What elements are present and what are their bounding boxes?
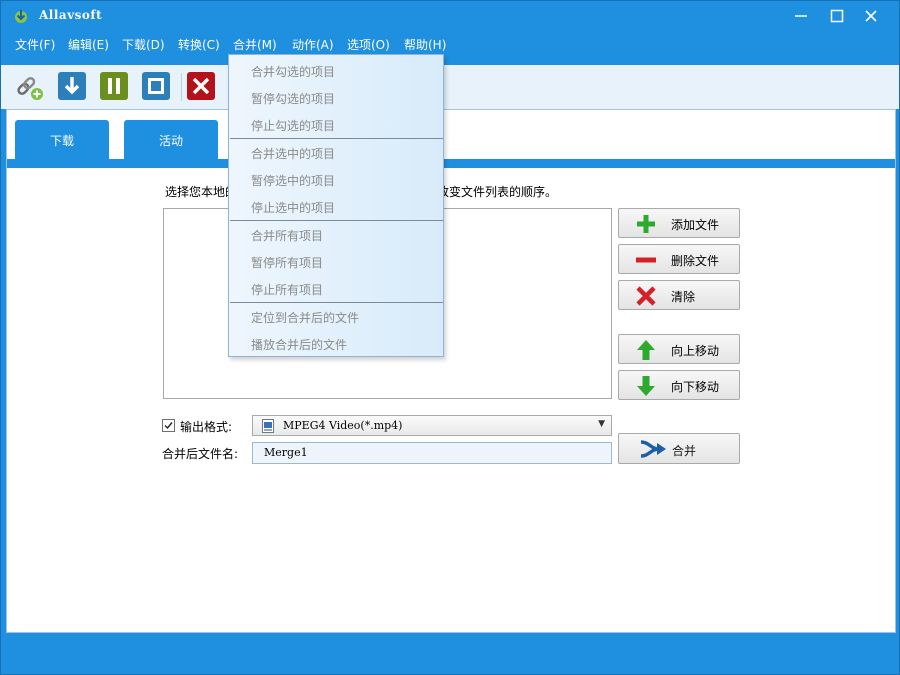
tab-active[interactable]: 活动 (124, 120, 218, 160)
delete-files-button[interactable]: 删除文件 (618, 244, 740, 274)
maximize-button[interactable] (823, 5, 851, 27)
menu-options[interactable]: 选项(O) (347, 36, 390, 53)
arrow-up-icon (637, 340, 655, 360)
menu-convert[interactable]: 转换(C) (178, 36, 220, 53)
output-format-value: MPEG4 Video(*.mp4) (283, 419, 403, 432)
menu-merge[interactable]: 合并(M) (233, 36, 277, 53)
output-format-select[interactable]: MPEG4 Video(*.mp4) ▼ (252, 415, 612, 436)
instruction-text: 选择您本地的 (165, 185, 238, 199)
menu-download[interactable]: 下载(D) (122, 36, 165, 53)
window-title: Allavsoft (39, 8, 103, 22)
app-window: Allavsoft 文件(F) 编辑(E) 下载(D) 转换(C) 合并(M) … (0, 0, 900, 675)
download-icon[interactable] (57, 71, 87, 101)
add-files-button[interactable]: 添加文件 (618, 208, 740, 238)
clear-button[interactable]: 清除 (618, 280, 740, 310)
maximize-icon (830, 9, 844, 23)
delete-icon[interactable] (186, 71, 216, 101)
menu-item-merge-all[interactable]: 合并所有项目 (251, 227, 323, 244)
toolbar (1, 65, 899, 109)
add-link-icon[interactable] (14, 71, 44, 101)
menu-item-locate-merged[interactable]: 定位到合并后的文件 (251, 309, 359, 326)
menu-action[interactable]: 动作(A) (292, 36, 334, 53)
menu-item-pause-all[interactable]: 暂停所有项目 (251, 254, 323, 271)
tab-download[interactable]: 下载 (15, 120, 109, 160)
add-files-label: 添加文件 (671, 218, 720, 232)
menu-item-pause-selected[interactable]: 暂停选中的项目 (251, 172, 335, 189)
menu-item-stop-all[interactable]: 停止所有项目 (251, 281, 323, 298)
menu-file[interactable]: 文件(F) (15, 36, 55, 53)
minus-icon (636, 257, 656, 263)
video-file-icon (262, 419, 274, 433)
output-name-label: 合并后文件名: (162, 447, 239, 461)
output-format-label: 输出格式: (180, 420, 233, 434)
menu-item-play-merged[interactable]: 播放合并后的文件 (251, 336, 347, 353)
toolbar-separator (181, 73, 182, 101)
status-bar (1, 637, 899, 674)
close-button[interactable] (857, 5, 885, 27)
chevron-down-icon: ▼ (598, 419, 605, 429)
output-name-field[interactable]: Merge1 (252, 442, 612, 464)
plus-icon (637, 215, 655, 233)
clear-label: 清除 (671, 290, 696, 304)
move-up-label: 向上移动 (671, 344, 720, 358)
stop-icon[interactable] (141, 71, 171, 101)
main-panel: 下载 活动 选择您本地的 改变文件列表的顺序。 添加文件 删除文件 清除 向上移… (6, 109, 896, 633)
move-down-label: 向下移动 (671, 380, 720, 394)
menu-item-pause-checked[interactable]: 暂停勾选的项目 (251, 90, 335, 107)
minimize-button[interactable] (787, 5, 815, 27)
menu-help[interactable]: 帮助(H) (404, 36, 446, 53)
menu-item-stop-checked[interactable]: 停止勾选的项目 (251, 117, 335, 134)
merge-arrow-icon (640, 440, 666, 458)
move-down-button[interactable]: 向下移动 (618, 370, 740, 400)
checkmark-icon (164, 422, 173, 430)
menu-separator (230, 138, 443, 139)
menu-bar: 文件(F) 编辑(E) 下载(D) 转换(C) 合并(M) 动作(A) 选项(O… (1, 31, 899, 56)
tab-strip (7, 159, 895, 168)
menu-item-merge-selected[interactable]: 合并选中的项目 (251, 145, 335, 162)
menu-item-stop-selected[interactable]: 停止选中的项目 (251, 199, 335, 216)
merge-label: 合并 (672, 444, 697, 458)
menu-edit[interactable]: 编辑(E) (68, 36, 109, 53)
output-format-checkbox[interactable] (162, 419, 175, 432)
app-logo-icon (15, 10, 27, 23)
arrow-down-icon (637, 376, 655, 396)
instruction-text-tail: 改变文件列表的顺序。 (437, 185, 558, 199)
delete-files-label: 删除文件 (671, 254, 720, 268)
move-up-button[interactable]: 向上移动 (618, 334, 740, 364)
menu-separator (230, 220, 443, 221)
menu-item-merge-checked[interactable]: 合并勾选的项目 (251, 63, 335, 80)
close-icon (865, 10, 877, 22)
pause-icon[interactable] (99, 71, 129, 101)
clear-x-icon (636, 286, 656, 306)
menu-separator (230, 302, 443, 303)
title-bar: Allavsoft (1, 1, 899, 31)
minimize-icon (795, 15, 807, 17)
merge-button[interactable]: 合并 (618, 433, 740, 464)
merge-menu-dropdown: 合并勾选的项目 暂停勾选的项目 停止勾选的项目 合并选中的项目 暂停选中的项目 … (228, 54, 444, 357)
